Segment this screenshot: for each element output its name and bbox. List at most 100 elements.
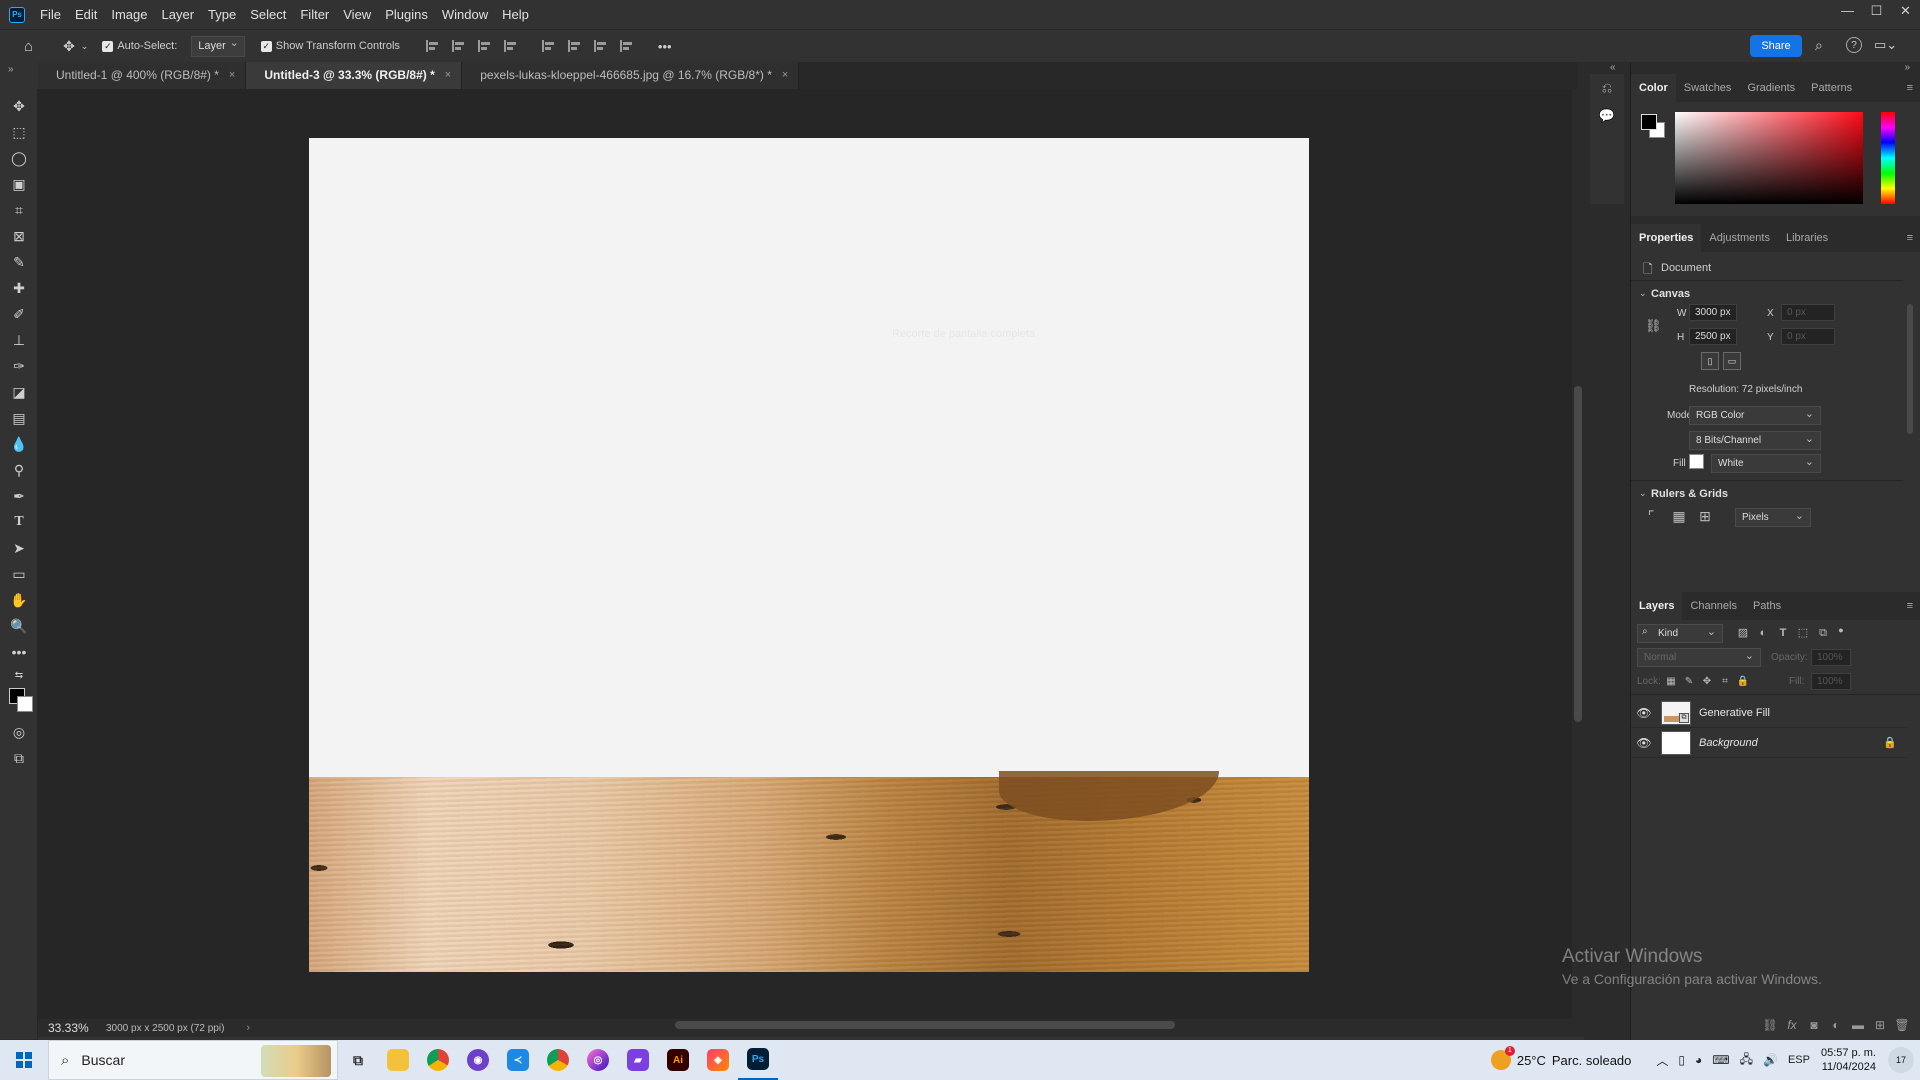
panel-menu-icon[interactable]: ≡ — [1907, 600, 1913, 612]
link-layers-icon[interactable]: ⛓ — [1759, 1018, 1781, 1032]
lock-pixels-icon[interactable]: ✎ — [1681, 674, 1697, 690]
chrome-profile-icon[interactable] — [538, 1040, 578, 1080]
taskbar-search-box[interactable]: ⌕ Buscar — [48, 1040, 338, 1080]
move-tool-preset-icon[interactable]: ✥ ⌄ — [63, 38, 88, 55]
adjustment-layer-icon[interactable]: ◐ — [1825, 1018, 1847, 1032]
lock-artboard-icon[interactable]: ⌗ — [1717, 674, 1733, 690]
close-icon[interactable]: × — [445, 62, 451, 89]
fill-color-swatch[interactable] — [1689, 454, 1704, 469]
width-field[interactable]: 3000 px — [1689, 304, 1737, 321]
chevron-up-icon[interactable]: ︿ — [1651, 1052, 1673, 1069]
tab-pexels-image[interactable]: pexels-lukas-kloeppel-466685.jpg @ 16.7%… — [462, 62, 800, 89]
path-selection-tool-icon[interactable]: ➤ — [0, 535, 38, 561]
language-indicator[interactable]: ESP — [1783, 1054, 1815, 1066]
align-top-icon[interactable] — [541, 40, 556, 52]
gamepad-icon[interactable]: ⌨ — [1707, 1053, 1734, 1067]
notifications-badge[interactable]: 17 — [1888, 1047, 1914, 1073]
clone-stamp-tool-icon[interactable]: ⊥ — [0, 327, 38, 353]
tab-patterns[interactable]: Patterns — [1803, 74, 1860, 102]
tab-paths[interactable]: Paths — [1745, 592, 1789, 620]
frame-tool-icon[interactable]: ⊠ — [0, 223, 38, 249]
menu-plugins[interactable]: Plugins — [378, 0, 435, 29]
healing-brush-tool-icon[interactable]: ✚ — [0, 275, 38, 301]
help-icon[interactable]: ? — [1846, 37, 1862, 53]
quick-mask-icon[interactable]: ◎ — [0, 719, 38, 745]
visibility-eye-icon[interactable]: 👁 — [1631, 706, 1657, 720]
filter-type-icon[interactable]: T — [1775, 625, 1791, 641]
collapse-section-icon[interactable]: ⌄ — [1639, 488, 1647, 499]
gradient-tool-icon[interactable]: ▤ — [0, 405, 38, 431]
background-color-swatch[interactable] — [17, 696, 33, 712]
camera-app-icon[interactable]: ◎ — [578, 1040, 618, 1080]
history-icon[interactable]: ⎌ — [1590, 74, 1624, 102]
search-icon[interactable]: ⌕ — [1815, 37, 1823, 54]
more-options-icon[interactable]: ••• — [658, 39, 672, 54]
foreground-color-swatch[interactable] — [1641, 114, 1657, 130]
horizontal-scrollbar-thumb[interactable] — [675, 1021, 1175, 1029]
new-layer-icon[interactable]: ⊞ — [1869, 1018, 1891, 1032]
share-button[interactable]: Share — [1750, 35, 1802, 57]
delete-layer-icon[interactable]: 🗑 — [1891, 1018, 1913, 1032]
menu-help[interactable]: Help — [495, 0, 536, 29]
vertical-scrollbar-thumb[interactable] — [1574, 386, 1582, 722]
file-explorer-icon[interactable] — [378, 1040, 418, 1080]
color-mode-dropdown[interactable]: RGB Color — [1689, 406, 1821, 425]
menu-edit[interactable]: Edit — [68, 0, 104, 29]
grid-icon[interactable]: ▦ — [1671, 508, 1687, 524]
lock-position-icon[interactable]: ✥ — [1699, 674, 1715, 690]
fill-dropdown[interactable]: White — [1711, 454, 1821, 473]
link-dimensions-icon[interactable]: ⛓ — [1645, 318, 1662, 334]
dodge-tool-icon[interactable]: ⚲ — [0, 457, 38, 483]
type-tool-icon[interactable]: T — [0, 509, 38, 535]
align-left-icon[interactable] — [425, 40, 440, 52]
tab-properties[interactable]: Properties — [1631, 224, 1702, 252]
ruler-icon[interactable]: ⌜ — [1643, 508, 1659, 524]
ruler-units-dropdown[interactable]: Pixels — [1735, 508, 1811, 527]
start-button[interactable] — [0, 1040, 48, 1080]
distribute-vertical-icon[interactable] — [619, 40, 634, 52]
auto-select-checkbox[interactable]: ✓ Auto-Select: — [102, 40, 177, 52]
menu-view[interactable]: View — [336, 0, 378, 29]
chrome-tray-icon[interactable]: ◕ — [1690, 1053, 1707, 1067]
blur-tool-icon[interactable]: 💧 — [0, 431, 38, 457]
panel-menu-icon[interactable]: ≡ — [1907, 232, 1913, 244]
menu-type[interactable]: Type — [201, 0, 243, 29]
tab-channels[interactable]: Channels — [1682, 592, 1744, 620]
screen-mode-icon[interactable]: ⧉ — [0, 745, 38, 771]
zoom-level-field[interactable]: 33.33% — [48, 1021, 92, 1035]
lock-transparent-icon[interactable]: ▦ — [1663, 674, 1679, 690]
move-tool-icon[interactable]: ✥ — [0, 93, 38, 119]
eyedropper-tool-icon[interactable]: ✎ — [0, 249, 38, 275]
crop-tool-icon[interactable]: ⌗ — [0, 197, 38, 223]
align-middle-icon[interactable] — [567, 40, 582, 52]
hue-slider[interactable] — [1881, 112, 1895, 204]
pen-tool-icon[interactable]: ✒ — [0, 483, 38, 509]
tab-adjustments[interactable]: Adjustments — [1701, 224, 1778, 252]
minimize-button[interactable]: — — [1833, 0, 1862, 22]
github-icon[interactable]: ◉ — [458, 1040, 498, 1080]
add-mask-icon[interactable]: ◙ — [1803, 1018, 1825, 1032]
distribute-icon[interactable] — [503, 40, 518, 52]
menu-layer[interactable]: Layer — [155, 0, 202, 29]
filter-shape-icon[interactable]: ⬚ — [1795, 625, 1811, 641]
expand-panels-icon[interactable]: » — [1904, 62, 1910, 73]
align-center-icon[interactable] — [451, 40, 466, 52]
menu-filter[interactable]: Filter — [293, 0, 336, 29]
lasso-tool-icon[interactable]: ◯ — [0, 145, 38, 171]
tab-libraries[interactable]: Libraries — [1778, 224, 1836, 252]
illustrator-icon[interactable]: Ai — [658, 1040, 698, 1080]
tab-untitled-3[interactable]: Untitled-3 @ 33.3% (RGB/8#) * × — [246, 62, 463, 89]
lock-all-icon[interactable]: 🔒 — [1735, 674, 1751, 690]
zoom-tool-icon[interactable]: 🔍 — [0, 613, 38, 639]
tab-layers[interactable]: Layers — [1631, 592, 1683, 620]
photoshop-taskbar-icon[interactable]: Ps — [738, 1040, 778, 1080]
menu-window[interactable]: Window — [435, 0, 495, 29]
volume-icon[interactable]: 🔊 — [1758, 1053, 1783, 1067]
close-icon[interactable]: × — [229, 62, 235, 89]
rectangular-marquee-tool-icon[interactable]: ⬚ — [0, 119, 38, 145]
filter-toggle-icon[interactable]: ● — [1833, 622, 1849, 638]
swap-colors-icon[interactable]: ⇆ — [0, 665, 38, 685]
layer-row-generative-fill[interactable]: 👁 ⧉ Generative Fill — [1631, 698, 1907, 728]
clipchamp-icon[interactable]: ▰ — [618, 1040, 658, 1080]
menu-select[interactable]: Select — [243, 0, 293, 29]
